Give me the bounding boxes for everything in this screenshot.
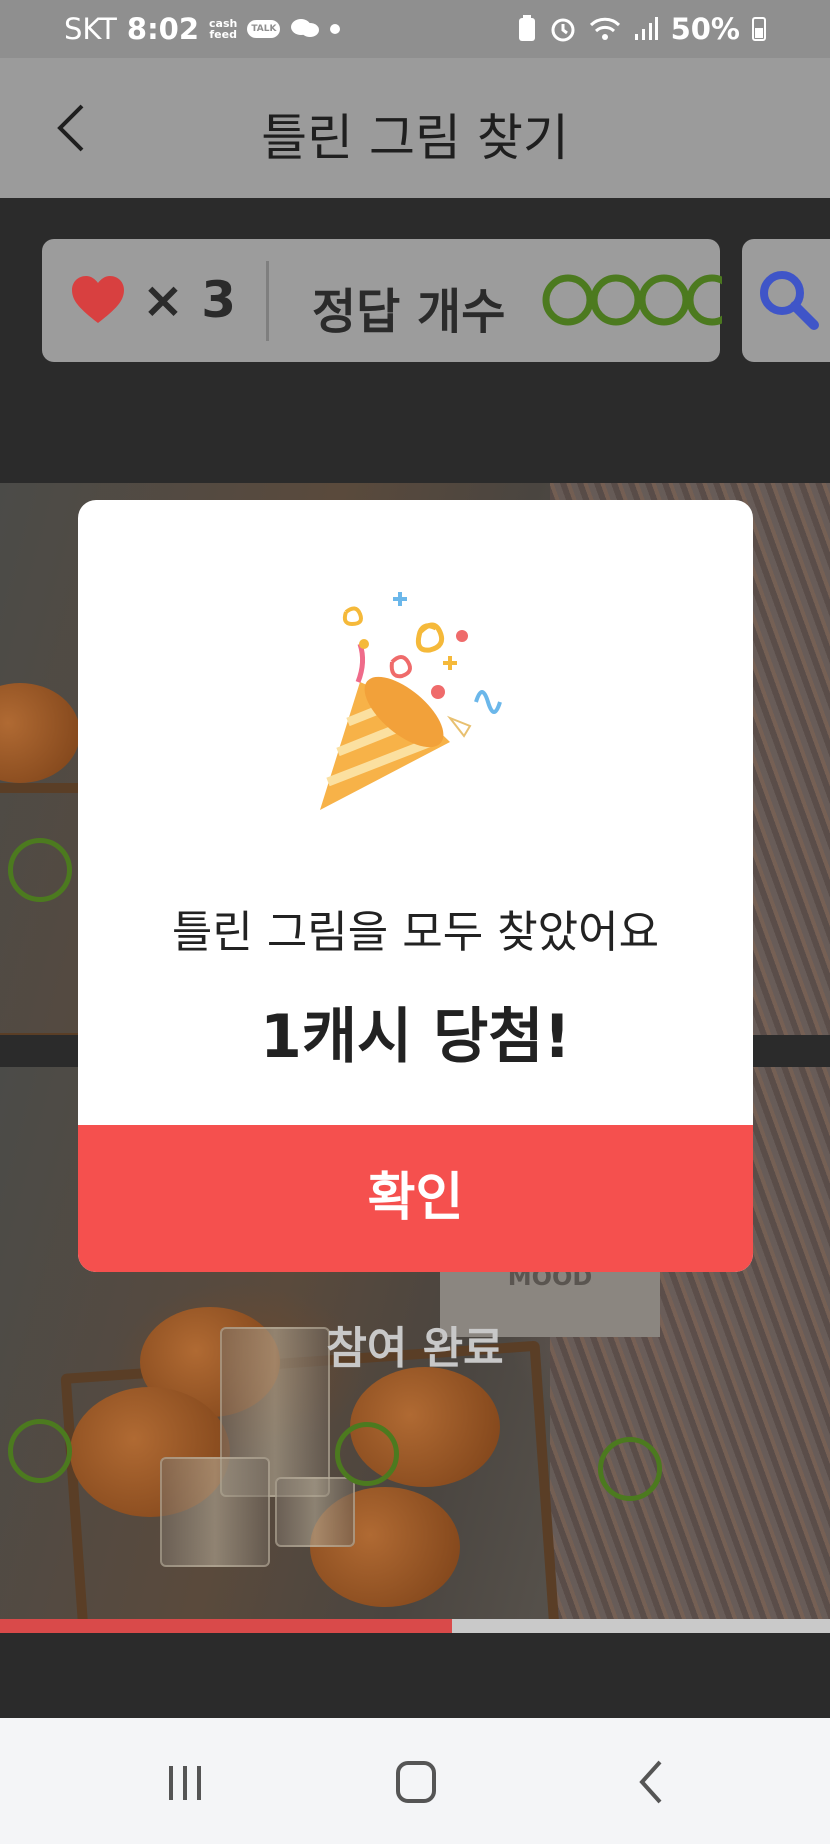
carrier-label: SKT bbox=[64, 12, 117, 46]
found-marker bbox=[335, 1422, 399, 1486]
answer-rings bbox=[542, 274, 722, 326]
status-bar: SKT 8:02 cash feed TALK 50% bbox=[0, 0, 830, 58]
found-marker bbox=[598, 1437, 662, 1501]
answer-ring-icon bbox=[638, 274, 690, 326]
page-title: 틀린 그림 찾기 bbox=[261, 109, 569, 167]
search-icon bbox=[760, 271, 819, 330]
found-marker bbox=[8, 1419, 72, 1483]
lives-count: × 3 bbox=[142, 271, 237, 329]
answer-ring-icon bbox=[542, 274, 594, 326]
alarm-icon bbox=[551, 18, 575, 42]
chat-bubbles-icon bbox=[291, 19, 320, 37]
kakaotalk-icon: TALK bbox=[247, 20, 281, 38]
heart-icon bbox=[72, 276, 124, 323]
answer-ring-icon bbox=[686, 274, 722, 326]
signal-icon bbox=[634, 17, 658, 40]
recent-apps-icon[interactable] bbox=[155, 1754, 215, 1810]
cashfeed-icon: cash feed bbox=[209, 18, 237, 40]
dialog-message: 틀린 그림을 모두 찾았어요 bbox=[171, 907, 660, 958]
answer-ring-icon bbox=[590, 274, 642, 326]
notification-dot-icon bbox=[330, 24, 341, 34]
confirm-button[interactable]: 확인 bbox=[78, 1125, 753, 1272]
candle-glass bbox=[160, 1457, 270, 1567]
battery-saver-icon bbox=[518, 15, 535, 41]
answer-count-label: 정답 개수 bbox=[312, 284, 506, 340]
system-nav-bar bbox=[0, 1718, 830, 1844]
back-icon[interactable] bbox=[622, 1754, 682, 1810]
wifi-icon bbox=[589, 17, 620, 40]
progress-fill bbox=[0, 1619, 453, 1633]
dialog-prize: 1캐시 당첨! bbox=[260, 1002, 571, 1072]
hint-button[interactable] bbox=[742, 239, 830, 362]
stats-card: × 3 정답 개수 bbox=[42, 239, 722, 362]
battery-icon bbox=[752, 17, 766, 41]
participation-complete-text: 참여 완료 bbox=[326, 1323, 504, 1374]
title-bar: 틀린 그림 찾기 bbox=[0, 58, 830, 198]
party-popper-icon bbox=[320, 592, 502, 810]
clock: 8:02 bbox=[126, 12, 200, 46]
battery-percent: 50% bbox=[670, 12, 740, 46]
found-marker bbox=[8, 838, 72, 902]
progress-bar bbox=[0, 1619, 830, 1633]
candle-glass bbox=[275, 1477, 355, 1547]
cashfeed-badge-bottom: feed bbox=[209, 28, 237, 41]
result-dialog: 틀린 그림을 모두 찾았어요 1캐시 당첨! 확인 bbox=[78, 500, 753, 1272]
home-icon[interactable] bbox=[386, 1754, 446, 1810]
pumpkin bbox=[0, 683, 80, 783]
divider bbox=[266, 261, 269, 341]
